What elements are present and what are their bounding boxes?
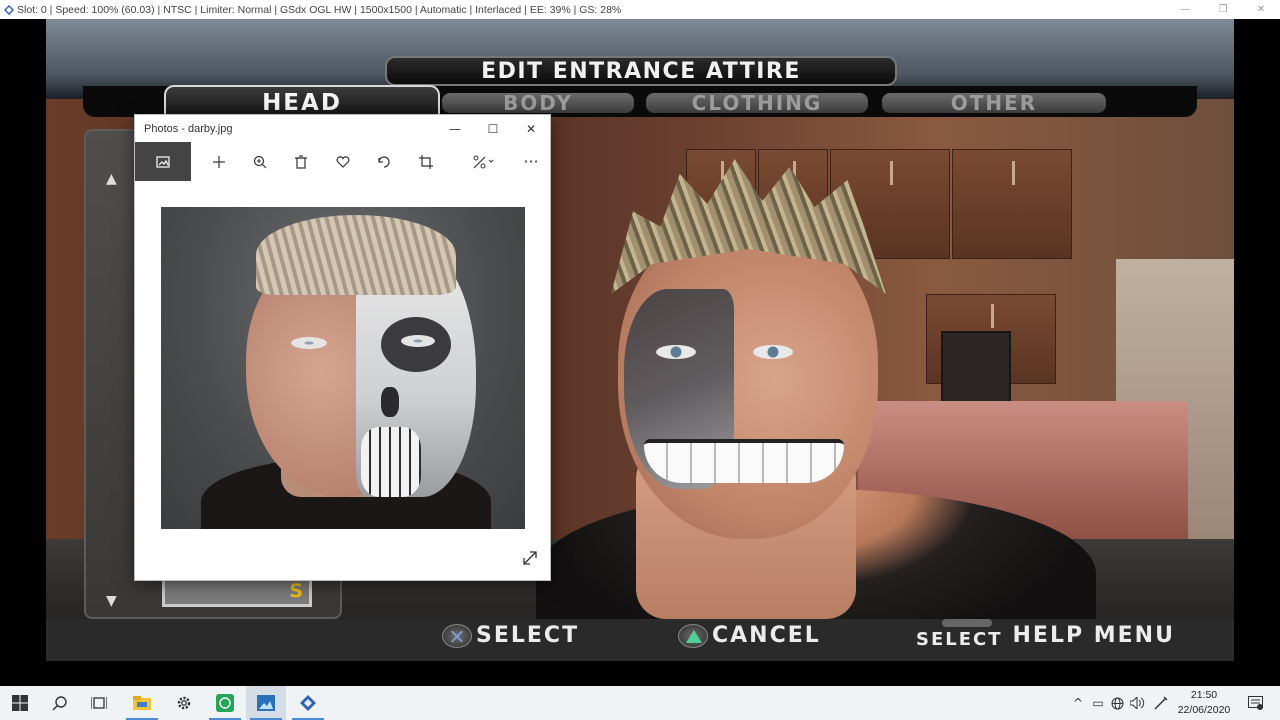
edit-icon[interactable] bbox=[461, 142, 507, 181]
delete-icon[interactable] bbox=[281, 142, 321, 181]
select-button-label: SELECT bbox=[916, 619, 1003, 650]
system-clock[interactable]: 21:50 22/06/2020 bbox=[1168, 688, 1240, 718]
wrestler-left-eye bbox=[656, 345, 696, 359]
minimize-button[interactable]: — bbox=[1166, 0, 1204, 19]
photos-toolbar: ··· bbox=[135, 142, 550, 181]
taskbar: ^ ▭ 21:50 22/06/2020 bbox=[0, 686, 1280, 720]
tab-body[interactable]: BODY bbox=[442, 91, 634, 115]
photos-maximize-button[interactable]: ☐ bbox=[474, 115, 512, 142]
cross-button-icon bbox=[442, 623, 472, 648]
rotate-icon[interactable] bbox=[364, 142, 404, 181]
file-explorer-icon[interactable] bbox=[122, 686, 162, 720]
close-button[interactable]: ✕ bbox=[1242, 0, 1280, 19]
clock-time: 21:50 bbox=[1190, 689, 1218, 701]
cancel-label: CANCEL bbox=[712, 623, 821, 648]
help-menu-prompt[interactable]: SELECT HELP MENU bbox=[916, 619, 1175, 650]
fullscreen-expand-icon[interactable] bbox=[522, 550, 538, 570]
photos-close-button[interactable]: ✕ bbox=[512, 115, 550, 142]
color-swatch[interactable]: S bbox=[162, 577, 312, 607]
wrestler-smile bbox=[644, 439, 844, 483]
volume-icon[interactable] bbox=[1128, 686, 1146, 720]
menu-title: EDIT ENTRANCE ATTIRE bbox=[385, 56, 897, 86]
darby-photo bbox=[161, 207, 525, 529]
add-icon[interactable] bbox=[199, 142, 239, 181]
task-view-icon[interactable] bbox=[79, 686, 119, 720]
start-windows-icon[interactable] bbox=[0, 686, 40, 720]
help-menu-label: HELP MENU bbox=[1012, 623, 1175, 648]
show-hidden-icons-chevron-icon[interactable]: ^ bbox=[1070, 686, 1086, 720]
photos-titlebar[interactable]: Photos - darby.jpg — ☐ ✕ bbox=[135, 115, 550, 142]
whatsapp-icon[interactable] bbox=[205, 686, 245, 720]
swatch-letter: S bbox=[289, 580, 303, 602]
more-icon[interactable]: ··· bbox=[511, 142, 551, 181]
triangle-button-icon bbox=[678, 623, 708, 648]
select-label: SELECT bbox=[476, 623, 580, 648]
emulator-title: Slot: 0 | Speed: 100% (60.03) | NTSC | L… bbox=[17, 3, 622, 16]
wall-poster bbox=[941, 331, 1011, 411]
pcsx2-icon[interactable] bbox=[288, 686, 328, 720]
scroll-up-arrow-icon[interactable]: ▲ bbox=[106, 171, 117, 187]
photos-app-icon[interactable] bbox=[246, 686, 286, 720]
scroll-down-arrow-icon[interactable]: ▼ bbox=[106, 593, 117, 609]
usb-device-icon[interactable]: ▭ bbox=[1090, 686, 1106, 720]
image-icon[interactable] bbox=[135, 142, 191, 181]
tab-clothing[interactable]: CLOTHING bbox=[646, 91, 868, 115]
wrestler-right-eye bbox=[753, 345, 793, 359]
clock-date: 22/06/2020 bbox=[1177, 704, 1231, 716]
cancel-prompt[interactable]: CANCEL bbox=[678, 623, 821, 648]
select-prompt[interactable]: SELECT bbox=[442, 623, 579, 648]
cabinet bbox=[952, 149, 1072, 259]
tab-other[interactable]: OTHER bbox=[882, 91, 1106, 115]
search-icon[interactable] bbox=[40, 686, 80, 720]
notification-center-icon[interactable] bbox=[1244, 686, 1266, 720]
photos-minimize-button[interactable]: — bbox=[436, 115, 474, 142]
favorite-icon[interactable] bbox=[323, 142, 363, 181]
network-globe-icon[interactable] bbox=[1109, 686, 1125, 720]
crop-icon[interactable] bbox=[406, 142, 446, 181]
settings-gear-icon[interactable] bbox=[164, 686, 204, 720]
photos-window[interactable]: Photos - darby.jpg — ☐ ✕ ··· bbox=[134, 114, 551, 581]
photos-title: Photos - darby.jpg bbox=[144, 122, 233, 135]
emulator-titlebar: Slot: 0 | Speed: 100% (60.03) | NTSC | L… bbox=[0, 0, 1280, 19]
restore-button[interactable]: ❐ bbox=[1204, 0, 1242, 19]
emulator-logo-icon bbox=[4, 4, 14, 15]
zoom-icon[interactable] bbox=[240, 142, 280, 181]
